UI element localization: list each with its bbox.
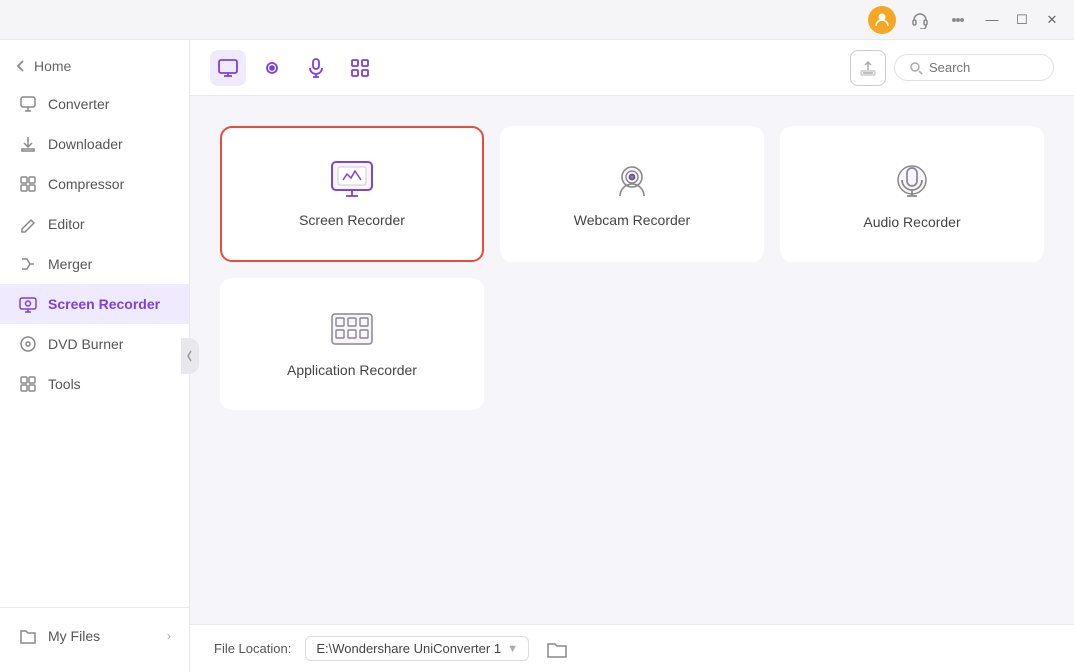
screen-recorder-label: Screen Recorder — [48, 296, 160, 312]
file-location-select[interactable]: E:\Wondershare UniConverter 1 ▼ — [305, 636, 529, 661]
app-body: Home Converter Downloader — [0, 40, 1074, 672]
search-input[interactable] — [929, 60, 1039, 75]
user-avatar[interactable] — [868, 6, 896, 34]
merger-label: Merger — [48, 256, 92, 272]
sidebar-item-screen-recorder[interactable]: Screen Recorder — [0, 284, 189, 324]
tools-label: Tools — [48, 376, 81, 392]
screen-recorder-card-icon — [330, 160, 374, 200]
converter-icon — [18, 94, 38, 114]
editor-icon — [18, 214, 38, 234]
sidebar-item-downloader[interactable]: Downloader — [0, 124, 189, 164]
application-recorder-card-icon — [330, 310, 374, 350]
file-location-label: File Location: — [214, 641, 291, 656]
folder-button[interactable] — [543, 635, 571, 663]
card-audio-recorder[interactable]: Audio Recorder — [780, 126, 1044, 262]
toolbar — [190, 40, 1074, 96]
merger-icon — [18, 254, 38, 274]
home-label: Home — [34, 58, 71, 74]
minimize-button[interactable]: — — [982, 10, 1002, 30]
compressor-label: Compressor — [48, 176, 124, 192]
card-webcam-recorder[interactable]: Webcam Recorder — [500, 126, 764, 262]
downloader-icon — [18, 134, 38, 154]
tab-mic[interactable] — [298, 50, 334, 86]
my-files-left: My Files — [18, 626, 100, 646]
editor-label: Editor — [48, 216, 85, 232]
my-files-arrow: › — [167, 629, 171, 643]
screen-recorder-card-label: Screen Recorder — [299, 212, 405, 228]
menu-icon[interactable] — [944, 6, 972, 34]
dvd-burner-icon — [18, 334, 38, 354]
search-box[interactable] — [894, 54, 1054, 81]
my-files-label: My Files — [48, 628, 100, 644]
dvd-burner-label: DVD Burner — [48, 336, 123, 352]
collapse-sidebar-button[interactable] — [181, 338, 199, 374]
tools-icon — [18, 374, 38, 394]
sidebar-item-editor[interactable]: Editor — [0, 204, 189, 244]
sidebar-bottom: My Files › — [0, 607, 189, 664]
card-application-recorder[interactable]: Application Recorder — [220, 278, 484, 410]
converter-label: Converter — [48, 96, 109, 112]
sidebar-item-my-files[interactable]: My Files › — [0, 616, 189, 656]
maximize-button[interactable]: ☐ — [1012, 10, 1032, 30]
sidebar: Home Converter Downloader — [0, 40, 190, 672]
titlebar: — ☐ ✕ — [0, 0, 1074, 40]
search-icon — [909, 61, 923, 75]
bottom-bar: File Location: E:\Wondershare UniConvert… — [190, 624, 1074, 672]
close-button[interactable]: ✕ — [1042, 10, 1062, 30]
dropdown-icon: ▼ — [507, 643, 518, 655]
back-icon — [14, 59, 28, 73]
sidebar-item-converter[interactable]: Converter — [0, 84, 189, 124]
sidebar-home[interactable]: Home — [0, 48, 189, 84]
sidebar-item-merger[interactable]: Merger — [0, 244, 189, 284]
upload-button[interactable] — [850, 50, 886, 86]
audio-recorder-card-label: Audio Recorder — [863, 214, 960, 230]
application-recorder-card-label: Application Recorder — [287, 362, 417, 378]
main-content: Screen Recorder Webcam Recorder — [190, 40, 1074, 672]
audio-recorder-card-icon — [890, 158, 934, 202]
cards-area: Screen Recorder Webcam Recorder — [190, 96, 1074, 624]
sidebar-item-tools[interactable]: Tools — [0, 364, 189, 404]
downloader-label: Downloader — [48, 136, 123, 152]
sidebar-item-dvd-burner[interactable]: DVD Burner — [0, 324, 189, 364]
tab-screen[interactable] — [210, 50, 246, 86]
support-icon[interactable] — [906, 6, 934, 34]
webcam-recorder-card-icon — [610, 160, 654, 200]
my-files-icon — [18, 626, 38, 646]
file-location-value: E:\Wondershare UniConverter 1 — [316, 641, 501, 656]
tab-apps[interactable] — [342, 50, 378, 86]
tab-record[interactable] — [254, 50, 290, 86]
sidebar-item-compressor[interactable]: Compressor — [0, 164, 189, 204]
compressor-icon — [18, 174, 38, 194]
card-screen-recorder[interactable]: Screen Recorder — [220, 126, 484, 262]
screen-recorder-icon — [18, 294, 38, 314]
webcam-recorder-card-label: Webcam Recorder — [574, 212, 690, 228]
